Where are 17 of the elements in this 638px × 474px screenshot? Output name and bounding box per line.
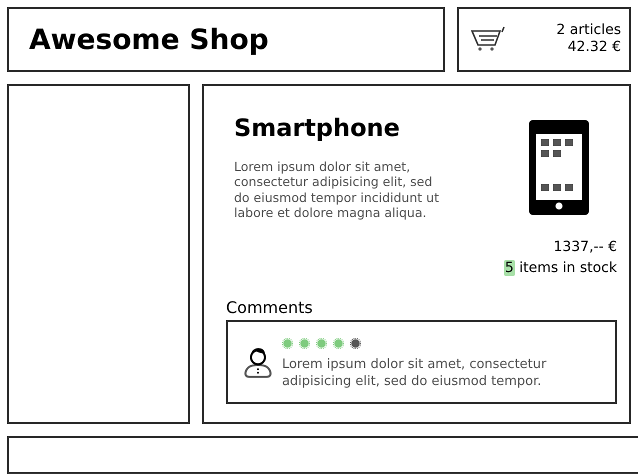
stock-count-badge: 5 bbox=[504, 260, 515, 276]
product-description: Lorem ipsum dolor sit amet, consectetur adipisicing elit, sed do eiusmod tempor incididunt ut labore et dolore magna aliqua. bbox=[234, 158, 440, 221]
smartphone-icon bbox=[529, 120, 589, 215]
product-price: 1337,-- € bbox=[553, 238, 617, 257]
star-icon bbox=[332, 338, 344, 350]
comment-text: Lorem ipsum dolor sit amet, consectetur adipisicing elit, sed do eiusmod tempor. bbox=[282, 356, 548, 390]
cart-article-count: 2 articles bbox=[556, 22, 621, 40]
star-icon bbox=[316, 338, 327, 350]
product-title: Smartphone bbox=[234, 114, 401, 143]
star-icon bbox=[282, 338, 293, 350]
star-icon bbox=[298, 338, 310, 350]
star-icon bbox=[350, 338, 361, 350]
comments-heading: Comments bbox=[226, 297, 314, 320]
cart-icon[interactable] bbox=[471, 26, 507, 52]
cart-total: 42.32 € bbox=[566, 39, 621, 57]
shop-title: Awesome Shop bbox=[29, 22, 269, 56]
stock-label: items in stock bbox=[519, 260, 617, 276]
